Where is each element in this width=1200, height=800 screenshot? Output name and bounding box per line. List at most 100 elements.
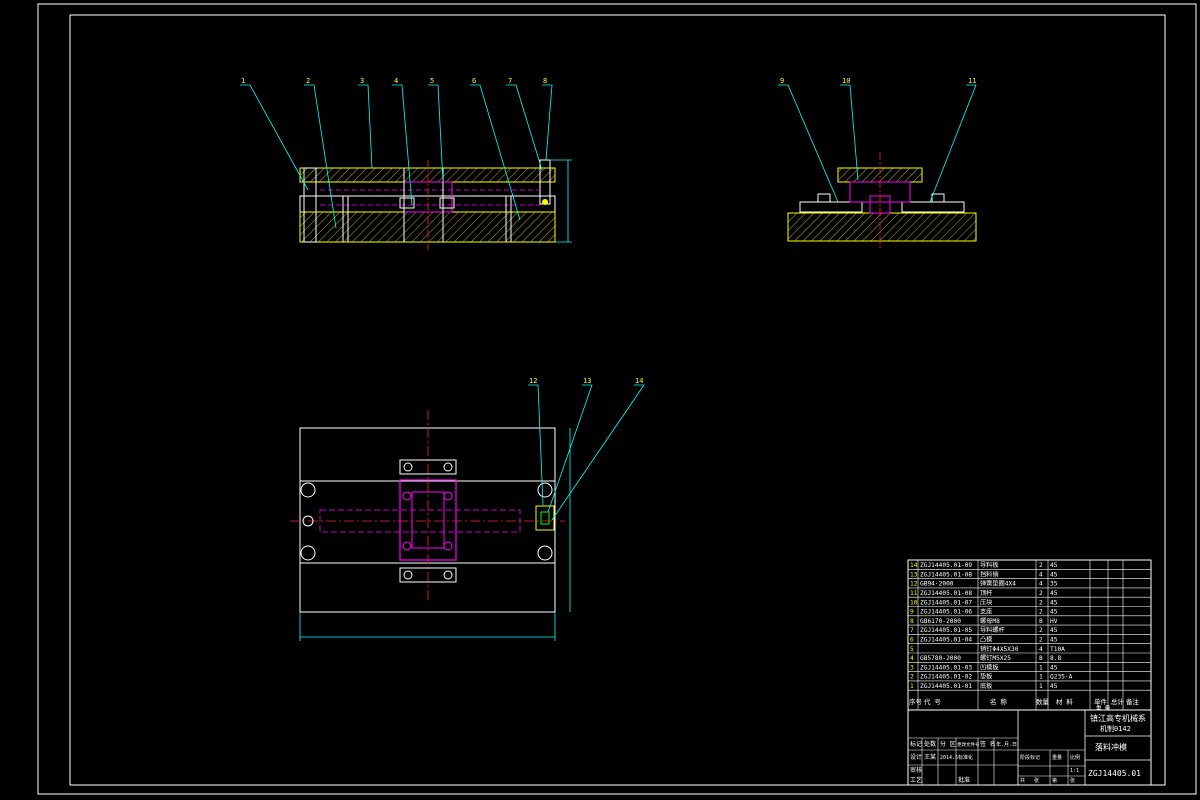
tb-label: 共: [1020, 777, 1025, 784]
plan-view: [290, 410, 571, 641]
guide-hole: [537, 545, 553, 561]
bom-cell: GB94-2000: [920, 581, 954, 588]
tb-label: 张: [1034, 777, 1039, 784]
bom-header-cell: 代 号: [924, 697, 941, 706]
drawing-name: 落料冲模: [1095, 742, 1127, 752]
bom-cell: 9: [910, 609, 914, 616]
leader-label: 8: [543, 77, 547, 85]
bom-cell: 顶杆: [980, 589, 992, 597]
side-block-right: [931, 193, 945, 203]
bom-header-cell: 序号: [909, 697, 923, 706]
screw-hole: [402, 491, 412, 501]
screw-hole: [443, 491, 453, 501]
stop-block-inner: [540, 511, 550, 525]
bom-cell: 凹模板: [980, 663, 999, 671]
bom-cell: 导料螺杆: [980, 626, 1005, 634]
bill-of-materials: 14 ZGJ14405.01-09 导料板 2 4513 ZGJ14405.01-08 挡料…: [907, 559, 1152, 712]
stop-block: [535, 505, 555, 531]
bom-cell: 10: [910, 599, 918, 606]
bom-cell: 2: [1039, 562, 1043, 569]
tb-label: 更改文件号: [957, 741, 980, 748]
bom-cell: 挡料销: [980, 570, 999, 578]
bom-cell: 45: [1050, 562, 1058, 569]
bom-cell: 2: [1039, 627, 1043, 634]
bom-cell: 8: [910, 618, 914, 625]
bom-cell: Q235-A: [1050, 674, 1073, 681]
school-line-1: 镇江高专机械系: [1090, 713, 1146, 723]
bom-cell: 8: [1039, 655, 1043, 662]
bom-cell: 4: [910, 655, 914, 662]
leader-label: 6: [472, 77, 476, 85]
side-support-right: [901, 201, 965, 213]
bom-cell: 螺钉M5X25: [980, 654, 1011, 662]
tb-label: 年.月.日: [996, 741, 1017, 748]
bom-cell: 导料板: [980, 561, 999, 569]
leader-label: 13: [583, 377, 591, 385]
bom-cell: 8.8: [1050, 655, 1061, 662]
bom-cell: ZGJ14405.01-06: [920, 609, 972, 616]
tb-label: 工艺: [910, 776, 922, 784]
bom-cell: 底板: [980, 682, 992, 690]
tb-label: 设计: [910, 753, 922, 761]
bom-cell: 支座: [980, 608, 992, 616]
bolt: [443, 462, 453, 472]
leader-label: 3: [360, 77, 364, 85]
drawing-number: ZGJ14405.01: [1088, 769, 1141, 778]
tb-label: 审核: [910, 766, 922, 774]
bom-cell: 45: [1050, 599, 1058, 606]
bom-header-cell: 备注: [1126, 697, 1140, 706]
bom-cell: GB6170-2000: [920, 618, 961, 625]
bom-cell: 14: [910, 562, 918, 569]
bom-cell: 垫板: [980, 673, 992, 681]
bom-cell: 13: [910, 571, 918, 578]
tb-label: 标准化: [958, 754, 973, 761]
bom-cell: 45: [1050, 571, 1058, 578]
tb-label: 1:1: [1070, 768, 1079, 774]
bom-cell: 2: [1039, 590, 1043, 597]
leader-label: 9: [780, 77, 784, 85]
bom-cell: 2: [1039, 599, 1043, 606]
side-base-plate: [787, 212, 977, 242]
bom-cell: 1: [910, 683, 914, 690]
tb-label: 2014.5: [940, 755, 958, 761]
leader-label: 10: [842, 77, 850, 85]
bom-cell: 压块: [980, 598, 992, 606]
bom-cell: ZGJ14405.01-08: [920, 590, 972, 597]
tb-label: 重量: [1052, 754, 1062, 761]
bom-cell: 45: [1050, 664, 1058, 671]
screw-hole: [402, 541, 412, 551]
tb-label: 比例: [1070, 754, 1080, 761]
side-block-left: [817, 193, 831, 203]
side-support-left: [799, 201, 863, 213]
bom-cell: 12: [910, 581, 918, 588]
leader-label: 7: [508, 77, 512, 85]
leader-label: 5: [430, 77, 434, 85]
plan-leader-labels: 12 13 14: [529, 377, 643, 385]
cad-drawing-sheet: 1 2 3 4 5 6 7 8 9 10 11 12 13 14 14 ZGJ1…: [37, 3, 1197, 795]
upper-die-plate: [299, 167, 556, 183]
bom-cell: 3: [910, 664, 914, 671]
bom-cell: ZGJ14405.01-01: [920, 683, 972, 690]
tb-label: 处数: [924, 740, 936, 748]
front-leader-labels: 1 2 3 4 5 6 7 8: [241, 77, 547, 85]
bom-cell: 1: [1039, 674, 1043, 681]
tb-label: 张: [1070, 777, 1075, 784]
bom-cell: 1: [1039, 683, 1043, 690]
leader-label: 12: [529, 377, 537, 385]
tb-label: 标记: [910, 740, 922, 748]
bom-cell: 弹簧垫圈4X4: [980, 580, 1016, 588]
bolt: [443, 570, 453, 580]
bom-cell: 2: [910, 674, 914, 681]
guide-hole: [300, 482, 316, 498]
bom-cell: 凸模: [980, 636, 992, 644]
bom-cell: 45: [1050, 683, 1058, 690]
bom-header-cell: 单件 总计: [1094, 697, 1124, 706]
bom-cell: 6: [910, 637, 914, 644]
leader-label: 1: [241, 77, 245, 85]
front-leaders: [240, 84, 553, 229]
side-view: [787, 152, 977, 250]
bom-cell: 2: [1039, 609, 1043, 616]
title-block: 标记 处数 分 区 更改文件号 签 名 年.月.日 设计 王某 2014.5 标…: [907, 709, 1152, 786]
bom-cell: ZGJ14405.01-04: [920, 637, 972, 644]
front-section-view: [299, 159, 572, 250]
